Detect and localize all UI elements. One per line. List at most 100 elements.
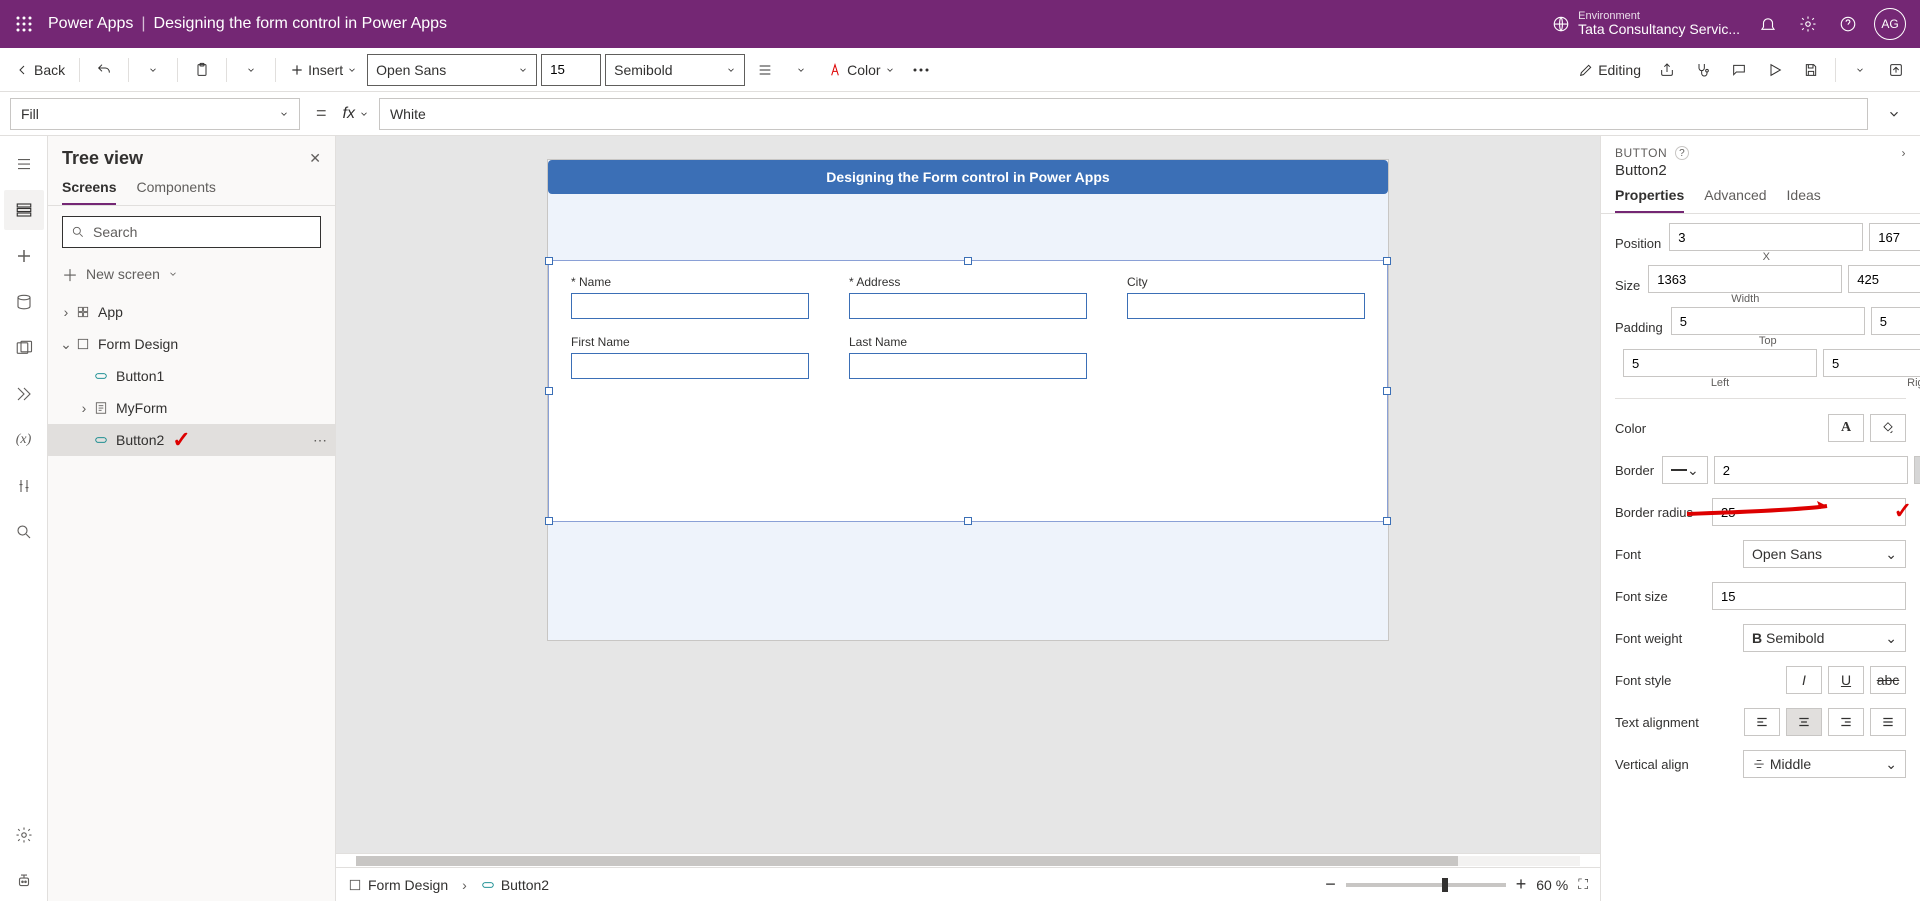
rail-virtual-agent[interactable] [4,861,44,901]
property-dropdown[interactable]: Fill [10,98,300,130]
prop-text-color[interactable]: A [1828,414,1864,442]
chevron-right-icon[interactable]: › [58,304,74,320]
style-italic[interactable]: I [1786,666,1822,694]
prop-valign-dropdown[interactable]: Middle⌄ [1743,750,1906,778]
align-center[interactable] [1786,708,1822,736]
prop-y-input[interactable] [1869,223,1920,251]
align-right[interactable] [1828,708,1864,736]
environment-picker[interactable]: Environment Tata Consultancy Servic... [1552,10,1740,37]
tree-close[interactable]: ✕ [309,150,321,167]
rail-power-automate[interactable] [4,374,44,414]
prop-padright-input[interactable] [1823,349,1920,377]
field-input[interactable] [571,353,809,379]
field-input[interactable] [1127,293,1365,319]
rail-search[interactable] [4,512,44,552]
paste-dropdown[interactable] [235,54,267,86]
zoom-slider[interactable] [1346,883,1506,887]
rail-tree-view[interactable] [4,190,44,230]
align-dropdown[interactable] [785,54,817,86]
undo-button[interactable] [88,54,120,86]
field-input[interactable] [571,293,809,319]
formula-expand[interactable] [1878,98,1910,130]
rail-data[interactable] [4,282,44,322]
publish-button[interactable] [1880,54,1912,86]
back-button[interactable]: Back [8,54,71,86]
tab-components[interactable]: Components [136,179,215,205]
align-button[interactable] [749,54,781,86]
rail-insert[interactable] [4,236,44,276]
tab-properties[interactable]: Properties [1615,187,1684,213]
tree-node-button2[interactable]: Button2 ✓ ⋯ [48,424,335,456]
prop-height-input[interactable] [1848,265,1920,293]
chevron-right-icon[interactable]: › [76,400,92,416]
stethoscope-icon [1695,62,1711,78]
prop-border-style[interactable]: ⌄ [1662,456,1708,484]
properties-collapse[interactable]: › [1902,146,1907,160]
prop-fill-color[interactable] [1870,414,1906,442]
undo-dropdown[interactable] [137,54,169,86]
share-button[interactable] [1651,54,1683,86]
waffle-icon[interactable] [8,8,40,40]
node-more-icon[interactable]: ⋯ [313,432,327,449]
save-dropdown[interactable] [1844,54,1876,86]
font-size-input[interactable] [541,54,601,86]
editing-mode[interactable]: Editing [1572,54,1647,86]
breadcrumb-screen[interactable]: Form Design [348,877,448,893]
prop-width-input[interactable] [1648,265,1842,293]
notifications-icon[interactable] [1748,0,1788,48]
rail-media[interactable] [4,328,44,368]
prop-padbottom-input[interactable] [1871,307,1920,335]
prop-border-color[interactable] [1914,456,1920,484]
help-icon[interactable] [1828,0,1868,48]
tab-advanced[interactable]: Advanced [1704,187,1766,213]
prop-padleft-input[interactable] [1623,349,1817,377]
new-screen-button[interactable]: ＋ New screen [48,258,335,296]
prop-x-input[interactable] [1669,223,1863,251]
tree-node-app[interactable]: › App [48,296,335,328]
fx-button[interactable]: fx [343,105,369,123]
settings-icon[interactable] [1788,0,1828,48]
field-input[interactable] [849,293,1087,319]
zoom-out[interactable]: − [1325,874,1336,895]
formula-input[interactable]: White [379,98,1868,130]
app-checker-button[interactable] [1687,54,1719,86]
rail-hamburger[interactable] [4,144,44,184]
preview-button[interactable] [1759,54,1791,86]
prop-border-width[interactable] [1714,456,1908,484]
text-color-button[interactable]: Color [821,54,900,86]
tab-screens[interactable]: Screens [62,179,116,205]
paste-button[interactable] [186,54,218,86]
field-input[interactable] [849,353,1087,379]
font-weight-dropdown[interactable]: Semibold [605,54,745,86]
tree-node-button1[interactable]: Button1 [48,360,335,392]
rail-settings[interactable] [4,815,44,855]
rail-advanced-tools[interactable] [4,466,44,506]
user-avatar[interactable]: AG [1874,8,1906,40]
tab-ideas[interactable]: Ideas [1787,187,1821,213]
overflow-button[interactable] [905,54,937,86]
insert-button[interactable]: Insert [284,54,363,86]
prop-font-dropdown[interactable]: Open Sans⌄ [1743,540,1906,568]
chevron-down-icon[interactable]: ⌄ [58,336,74,353]
save-button[interactable] [1795,54,1827,86]
prop-fontweight-dropdown[interactable]: B Semibold⌄ [1743,624,1906,652]
prop-fontsize-input[interactable] [1712,582,1906,610]
help-icon[interactable]: ? [1675,146,1689,160]
style-strike[interactable]: abc [1870,666,1906,694]
zoom-in[interactable]: + [1516,874,1527,895]
prop-padtop-input[interactable] [1671,307,1865,335]
tree-node-myform[interactable]: › MyForm [48,392,335,424]
canvas-screen[interactable]: Designing the Form control in Power Apps… [548,160,1388,640]
font-dropdown[interactable]: Open Sans [367,54,537,86]
align-justify[interactable] [1870,708,1906,736]
fit-to-screen[interactable]: ⛶ [1578,876,1588,893]
app-name[interactable]: Power Apps [48,15,133,33]
tree-search[interactable]: Search [62,216,321,248]
rail-variables[interactable]: (x) [4,420,44,460]
canvas-selected-button2[interactable]: * Name * Address City First Name [548,260,1388,522]
tree-node-screen[interactable]: ⌄ Form Design [48,328,335,360]
breadcrumb-control[interactable]: Button2 [481,877,549,893]
style-underline[interactable]: U [1828,666,1864,694]
align-left[interactable] [1744,708,1780,736]
comments-button[interactable] [1723,54,1755,86]
